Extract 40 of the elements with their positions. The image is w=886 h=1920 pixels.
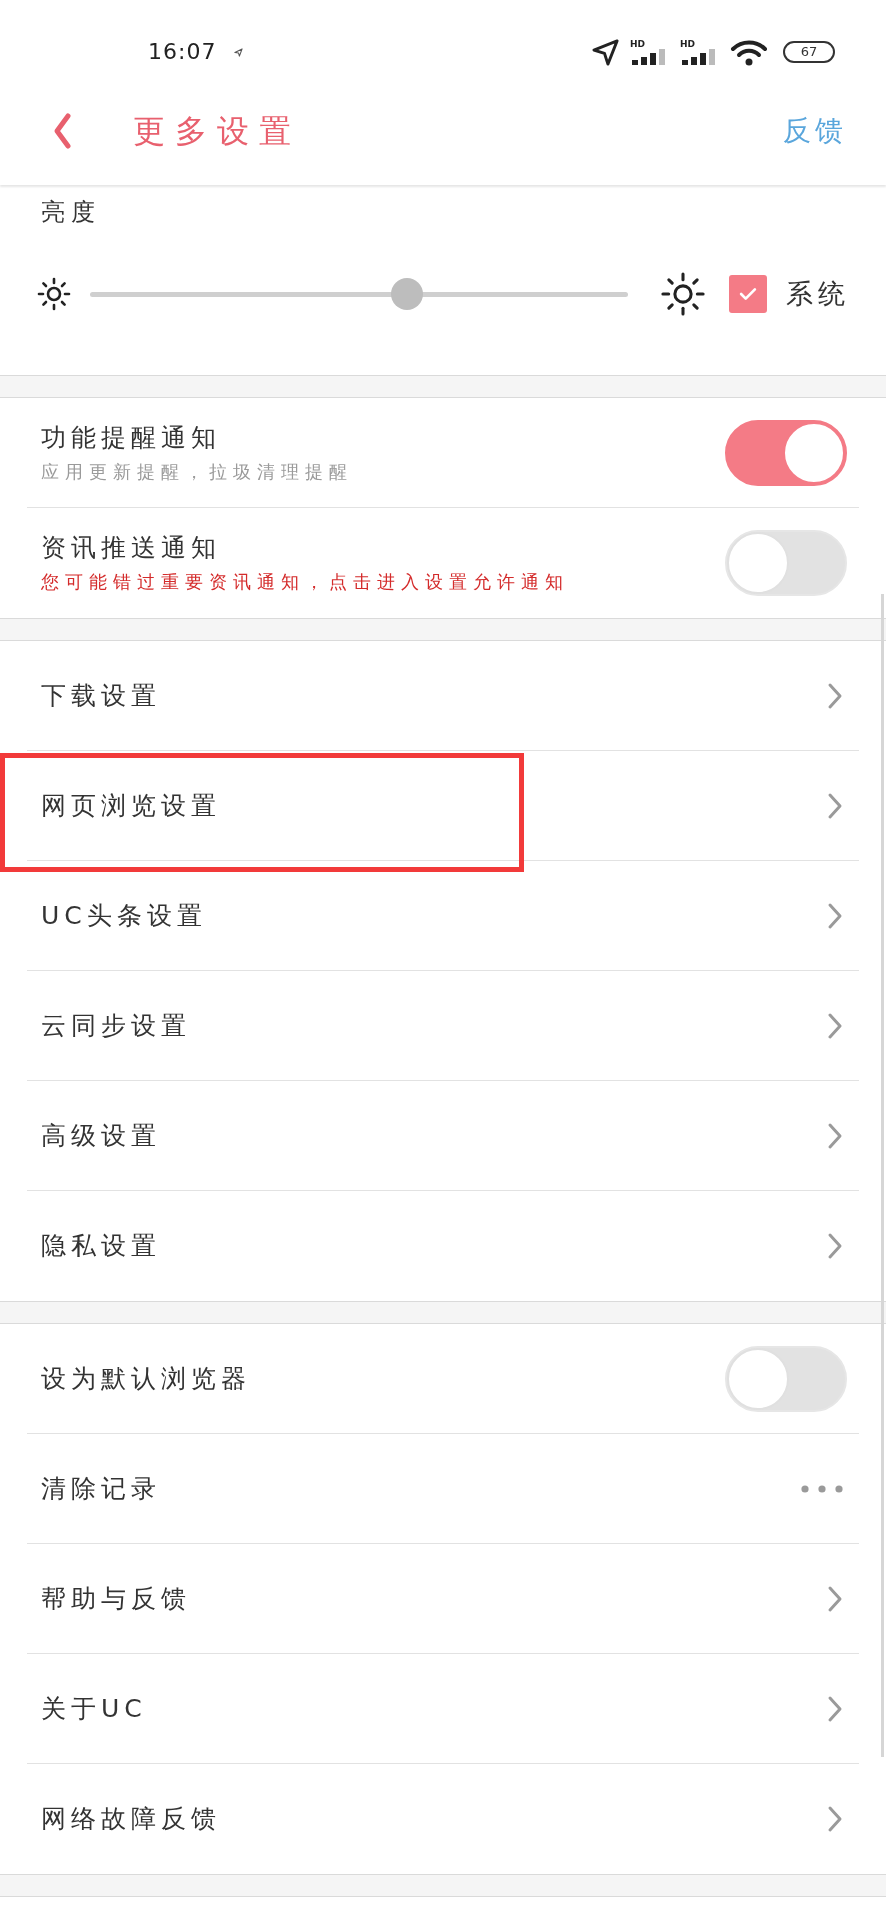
settings-item[interactable]: 网络故障反馈 — [0, 1764, 886, 1874]
sun-icon — [37, 277, 71, 311]
settings-item[interactable]: 清除记录 — [0, 1434, 886, 1544]
setting-label: 设为默认浏览器 — [41, 1363, 251, 1395]
settings-item[interactable]: 下载设置 — [0, 641, 886, 751]
settings-item[interactable]: 帮助与反馈 — [0, 1544, 886, 1654]
battery-indicator: 67 — [783, 41, 835, 63]
chevron-icon — [827, 1805, 843, 1833]
setting-description: 您可能错过重要资讯通知，点击进入设置允许通知 — [41, 570, 569, 594]
settings-item[interactable]: 云同步设置 — [0, 971, 886, 1081]
settings-item[interactable]: UC头条设置 — [0, 861, 886, 971]
chevron-icon — [827, 682, 843, 710]
brightness-slider[interactable] — [90, 278, 628, 310]
chevron-icon — [827, 1232, 843, 1260]
section-label: 亮度 — [41, 197, 101, 227]
network-type-label: HD — [630, 39, 646, 49]
setting-description: 应用更新提醒，拉圾清理提醒 — [41, 460, 353, 484]
chevron-icon — [827, 792, 843, 820]
back-icon[interactable] — [52, 111, 72, 150]
setting-title: 功能提醒通知 — [41, 422, 221, 454]
sun-icon — [661, 272, 705, 316]
page-title: 更多设置 — [133, 110, 301, 151]
setting-title: 资讯推送通知 — [41, 532, 221, 564]
more-icon — [801, 1485, 843, 1493]
chevron-icon — [827, 1122, 843, 1150]
checkbox-label: 系统 — [786, 277, 850, 311]
settings-item[interactable]: 隐私设置 — [0, 1191, 886, 1301]
status-time: 16:07 — [148, 38, 217, 66]
location-arrow-icon — [591, 37, 620, 67]
chevron-icon — [827, 1012, 843, 1040]
network-type-label: HD — [680, 39, 696, 49]
slider-thumb[interactable] — [391, 278, 424, 310]
wifi-icon — [730, 38, 768, 66]
checkbox[interactable] — [729, 275, 767, 313]
chevron-icon — [827, 1695, 843, 1723]
chevron-icon — [827, 1585, 843, 1613]
settings-item[interactable]: 高级设置 — [0, 1081, 886, 1191]
chevron-icon — [827, 902, 843, 930]
arrow-icon — [234, 47, 244, 57]
settings-item[interactable]: 关于UC — [0, 1654, 886, 1764]
